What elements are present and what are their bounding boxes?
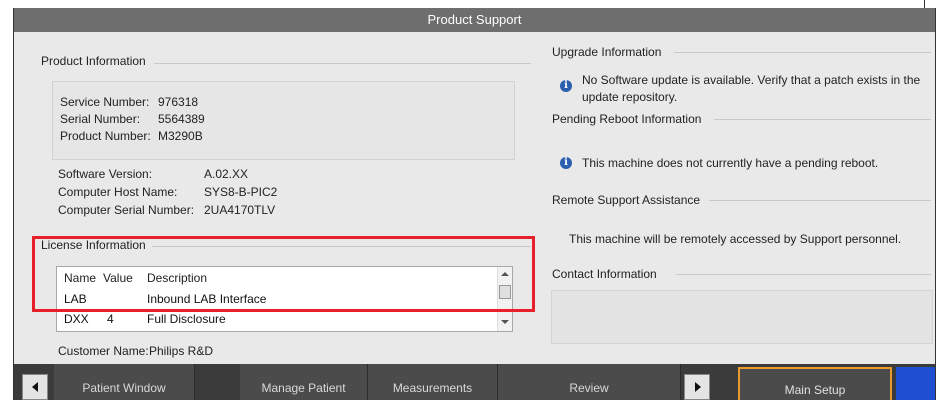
- service-number-label: Service Number:: [60, 95, 150, 109]
- contact-info-title: Contact Information: [552, 267, 663, 281]
- host-name-value: SYS8-B-PIC2: [204, 185, 278, 199]
- info-icon: i: [560, 80, 572, 92]
- service-number-value: 976318: [158, 95, 199, 109]
- highlight-annotation: [32, 236, 535, 312]
- scroll-down-icon[interactable]: [501, 320, 509, 324]
- divider: [676, 274, 931, 275]
- table-cell-name: DXX: [64, 312, 89, 326]
- computer-serial-label: Computer Serial Number:: [58, 203, 195, 217]
- table-cell-value: 4: [107, 312, 114, 326]
- software-version-value: A.02.XX: [204, 167, 249, 181]
- next-button[interactable]: [684, 374, 710, 400]
- window-title: Product Support: [14, 8, 935, 32]
- accent-button[interactable]: [896, 367, 935, 400]
- tab-patient-window[interactable]: Patient Window: [54, 364, 195, 400]
- divider: [154, 63, 531, 64]
- tab-manage-patient[interactable]: Manage Patient: [240, 364, 368, 400]
- remote-support-message: This machine will be remotely accessed b…: [569, 232, 902, 246]
- contact-info-panel: [551, 290, 933, 344]
- table-cell-description: Full Disclosure: [147, 312, 226, 326]
- customer-name-value: Philips R&D: [149, 344, 214, 358]
- serial-number-label: Serial Number:: [60, 112, 141, 126]
- product-number-label: Product Number:: [60, 129, 151, 143]
- pending-reboot-title: Pending Reboot Information: [552, 112, 708, 126]
- pending-reboot-message: This machine does not currently have a p…: [582, 156, 879, 170]
- divider: [709, 200, 931, 201]
- customer-name-label: Customer Name:: [58, 344, 149, 358]
- tab-measurements[interactable]: Measurements: [368, 364, 498, 400]
- bottom-navigation-bar: Patient Window Manage Patient Measuremen…: [14, 364, 935, 400]
- chevron-right-icon: [695, 382, 701, 392]
- tab-review[interactable]: Review: [498, 364, 681, 400]
- tab-main-setup[interactable]: Main Setup: [738, 367, 892, 400]
- divider: [674, 52, 931, 53]
- upgrade-info-title: Upgrade Information: [552, 45, 668, 59]
- remote-support-title: Remote Support Assistance: [552, 193, 707, 207]
- upgrade-message-line1: No Software update is available. Verify …: [582, 73, 921, 87]
- info-icon: i: [560, 157, 572, 169]
- computer-serial-value: 2UA4170TLV: [204, 203, 276, 217]
- divider: [714, 119, 931, 120]
- chevron-left-icon: [32, 382, 38, 392]
- window-edge: [924, 0, 925, 8]
- host-name-label: Computer Host Name:: [58, 185, 178, 199]
- product-info-title: Product Information: [41, 54, 152, 68]
- product-number-value: M3290B: [158, 129, 203, 143]
- software-version-label: Software Version:: [58, 167, 153, 181]
- upgrade-message-line2: update repository.: [582, 90, 678, 104]
- prev-button[interactable]: [22, 374, 48, 400]
- serial-number-value: 5564389: [158, 112, 205, 126]
- product-support-window: Product Support Product Information Serv…: [13, 8, 936, 400]
